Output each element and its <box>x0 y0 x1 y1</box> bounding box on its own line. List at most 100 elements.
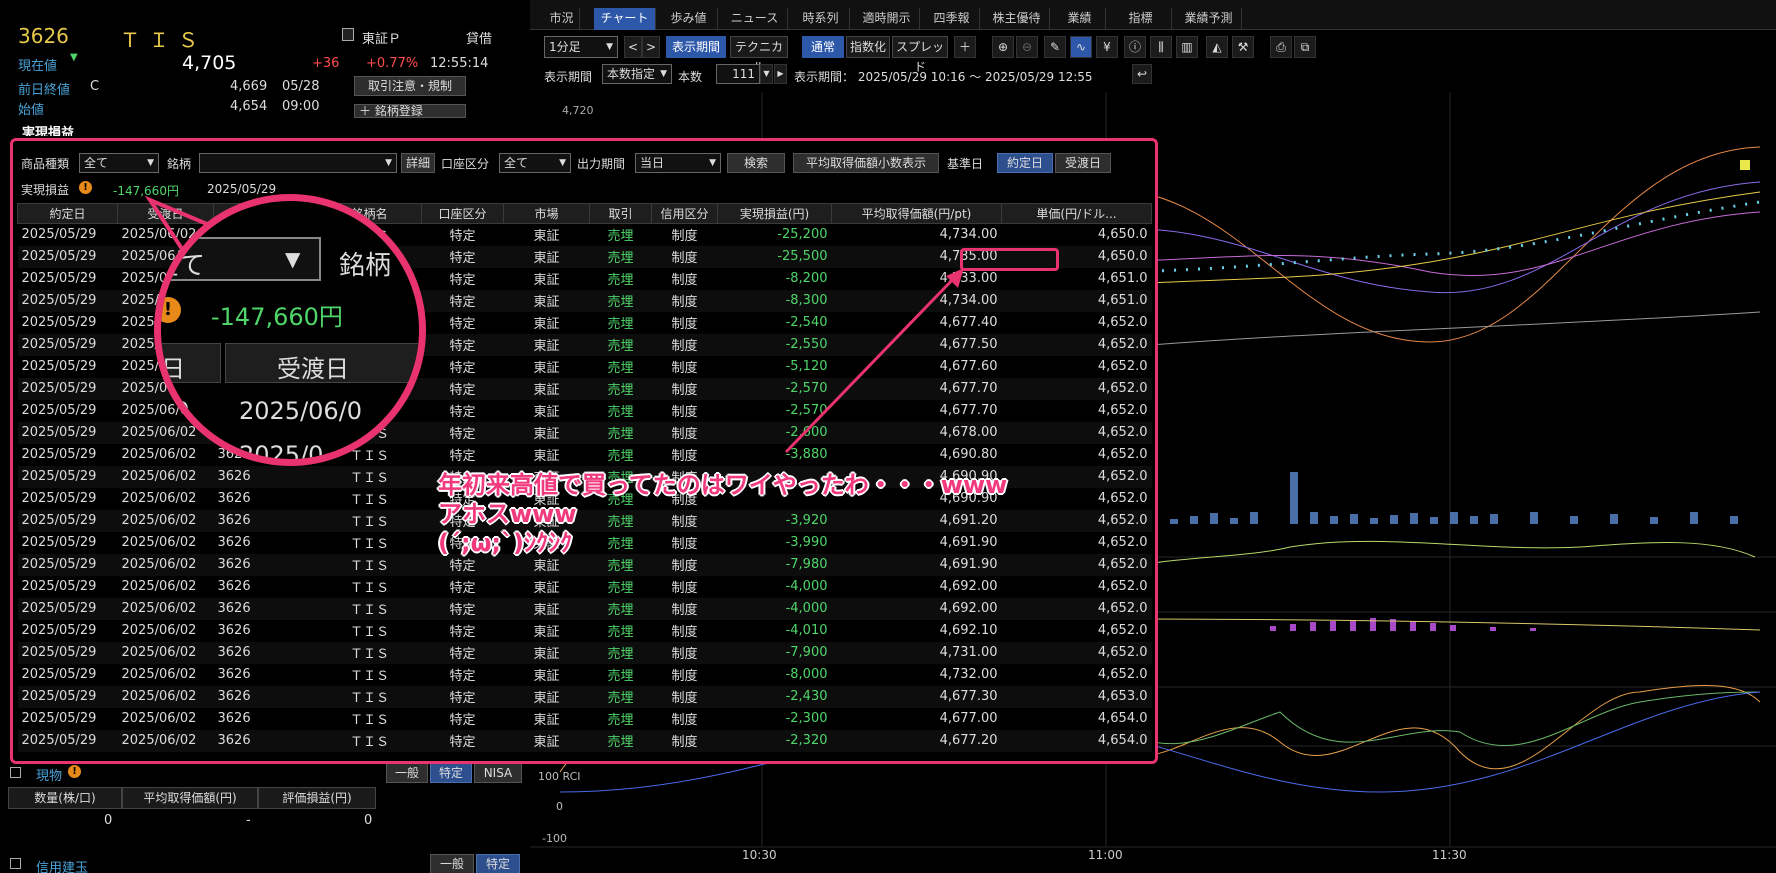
interval-select[interactable]: 1分足 <box>544 36 618 58</box>
yen-icon[interactable]: ¥ <box>1096 36 1118 58</box>
table-cell: 売埋 <box>589 333 652 356</box>
tab-market[interactable]: 市況 <box>544 8 580 30</box>
delivery-date-button[interactable]: 受渡日 <box>1055 153 1111 173</box>
tab-benefits[interactable]: 株主優待 <box>984 8 1050 30</box>
tab-earnings[interactable]: 業績 <box>1054 8 1106 30</box>
tab-shikiho[interactable]: 四季報 <box>924 8 980 30</box>
col-header[interactable]: 口座区分 <box>421 203 504 224</box>
tab-nisa[interactable]: NISA <box>474 763 522 783</box>
table-row[interactable]: 2025/05/29 2025/06/02 3626 ＴＩＳ 特定 東証 売埋 制度 -2,32… <box>17 729 1152 752</box>
table-cell: 売埋 <box>607 581 634 596</box>
table-cell: 制度 <box>651 377 718 400</box>
info-icon[interactable]: ⓘ <box>1124 36 1146 58</box>
wrench-icon[interactable]: ⚒ <box>1232 36 1254 58</box>
trade-rules-button[interactable]: 取引注意・規制 <box>354 76 466 96</box>
table-row[interactable]: 2025/05/29 2025/06/02 3626 ＴＩＳ 特定 東証 売埋 制度 -3,88… <box>18 444 1152 466</box>
table-cell: -8,200 <box>785 271 828 286</box>
tab-forecast[interactable]: 業績予測 <box>1176 8 1242 30</box>
register-stock-button[interactable]: ＋ 銘柄登録 <box>354 104 466 118</box>
col-header[interactable]: 信用区分 <box>651 203 718 224</box>
technical-button[interactable]: テクニカル <box>730 36 788 74</box>
table-cell: 2025/05/29 <box>21 491 97 506</box>
table-row[interactable]: 2025/05/29 2025/06/02 3626 ＴＩＳ 特定 東証 売埋 制度 -4,01… <box>18 620 1152 642</box>
zoom-in-icon[interactable]: ⊕ <box>992 36 1014 58</box>
col-header[interactable]: 平均取得価額(円/pt) <box>831 203 1002 224</box>
document-icon[interactable] <box>342 28 354 41</box>
pl-warning-icon[interactable]: ! <box>79 181 92 194</box>
detail-button[interactable]: 詳細 <box>401 153 435 173</box>
count-step-icon[interactable]: ▶ <box>774 64 787 84</box>
col-header[interactable]: 約定日 <box>17 203 118 224</box>
table-cell: 東証 <box>503 641 590 664</box>
table-cell: 2025/06/02 <box>117 641 214 664</box>
table-row[interactable]: 2025/05/29 2025/06/02 3626 ＴＩＳ 特定 東証 売埋 制度 -2,30… <box>18 708 1152 730</box>
table-cell: -2,320 <box>717 729 832 752</box>
count-spin-icon[interactable]: ▼ <box>760 64 773 84</box>
area-chart-icon[interactable]: ◭ <box>1206 36 1228 58</box>
tab-chart[interactable]: チャート <box>594 8 656 30</box>
table-row[interactable]: 2025/05/29 2025/06/02 3626 ＴＩＳ 特定 東証 売埋 制度 -7,90… <box>17 641 1152 664</box>
table-cell: 4,734.00 <box>831 289 1002 312</box>
normal-button[interactable]: 通常 <box>802 36 844 58</box>
volume-icon[interactable]: ▥ <box>1176 36 1198 58</box>
table-cell: 4,652.0 <box>1097 359 1148 374</box>
col-header[interactable]: 受渡日 <box>117 203 214 224</box>
table-row[interactable]: 2025/05/29 2025/06/02 3626 ＴＩＳ 特定 東証 売埋 制度 -4,00… <box>17 597 1152 620</box>
collapse-icon-2[interactable] <box>10 858 21 869</box>
spread-button[interactable]: スプレッド <box>892 36 948 74</box>
tab-news[interactable]: ニュース <box>722 8 788 30</box>
popout-icon[interactable]: ⧉ <box>1294 36 1316 58</box>
margin-tab-tokutei[interactable]: 特定 <box>476 854 520 873</box>
search-button[interactable]: 検索 <box>727 153 785 173</box>
col-header[interactable]: 実現損益(円) <box>717 203 832 224</box>
table-cell: 4,651.0 <box>1001 289 1152 312</box>
table-row[interactable]: 2025/05/29 2025/06/02 3626 ＴＩＳ 特定 東証 売埋 制度 -8,00… <box>18 664 1152 686</box>
candles-icon[interactable]: ⫼ <box>1150 36 1172 58</box>
table-cell: 東証 <box>533 581 560 596</box>
table-cell: ＴＩＳ <box>349 537 389 552</box>
table-cell: 制度 <box>651 685 718 708</box>
table-cell: 売埋 <box>607 449 634 464</box>
table-cell: 4,734.00 <box>939 227 998 243</box>
margin-tab-ippan[interactable]: 一般 <box>430 854 474 873</box>
crosshair-icon[interactable]: ＋ <box>954 36 976 58</box>
tab-tokutei[interactable]: 特定 <box>430 763 472 783</box>
col-header[interactable]: 市場 <box>503 203 590 224</box>
pencil-icon[interactable]: ✎ <box>1044 36 1066 58</box>
table-row[interactable]: 2025/05/29 2025/06/02 3626 ＴＩＳ 特定 東証 売埋 制度 -4,00… <box>18 576 1152 598</box>
col-header[interactable]: 取引 <box>589 203 652 224</box>
table-row[interactable]: 2025/05/29 2025/06/02 3626 ＴＩＳ 特定 東証 売埋 制度 -2,43… <box>17 685 1152 708</box>
decimal-display-button[interactable]: 平均取得価額小数表示 <box>793 153 939 173</box>
period-select[interactable]: 当日 <box>635 153 721 173</box>
tab-ippan[interactable]: 一般 <box>386 763 428 783</box>
table-cell: ＴＩＳ <box>317 509 422 532</box>
tab-ticks[interactable]: 歩み値 <box>660 8 718 30</box>
count-input[interactable]: 111 <box>716 64 760 84</box>
table-cell: 制度 <box>651 245 718 268</box>
tab-disclosure[interactable]: 適時開示 <box>854 8 920 30</box>
table-cell: 売埋 <box>607 229 634 245</box>
prev-arrow-icon[interactable]: < <box>624 36 642 58</box>
tab-timeseries[interactable]: 時系列 <box>792 8 850 30</box>
table-cell: 売埋 <box>589 377 652 400</box>
range-mode-select[interactable]: 本数指定 <box>602 64 672 84</box>
next-arrow-icon[interactable]: > <box>642 36 660 58</box>
collapse-icon[interactable] <box>10 767 21 778</box>
tab-indicators[interactable]: 指標 <box>1110 8 1172 30</box>
table-cell: 2025/05/29 <box>17 685 118 708</box>
index-button[interactable]: 指数化 <box>846 36 890 58</box>
trend-icon[interactable]: ∿ <box>1070 36 1092 58</box>
table-cell: 制度 <box>651 597 718 620</box>
table-cell: 特定 <box>449 449 476 464</box>
print-icon[interactable]: ⎙ <box>1270 36 1292 58</box>
col-header[interactable]: 単価(円/ドル... <box>1001 203 1152 224</box>
display-period-button[interactable]: 表示期間 <box>666 36 726 58</box>
contract-date-button[interactable]: 約定日 <box>997 153 1053 173</box>
zoom-out-icon[interactable]: ⊖ <box>1016 36 1038 58</box>
account-select[interactable]: 全て <box>499 153 571 173</box>
stock-select[interactable] <box>199 153 397 173</box>
type-select[interactable]: 全て <box>79 153 159 173</box>
info-warning-icon[interactable]: ! <box>68 765 81 778</box>
reset-icon[interactable]: ↩ <box>1132 64 1152 84</box>
table-cell: 2025/05/29 <box>17 333 118 356</box>
